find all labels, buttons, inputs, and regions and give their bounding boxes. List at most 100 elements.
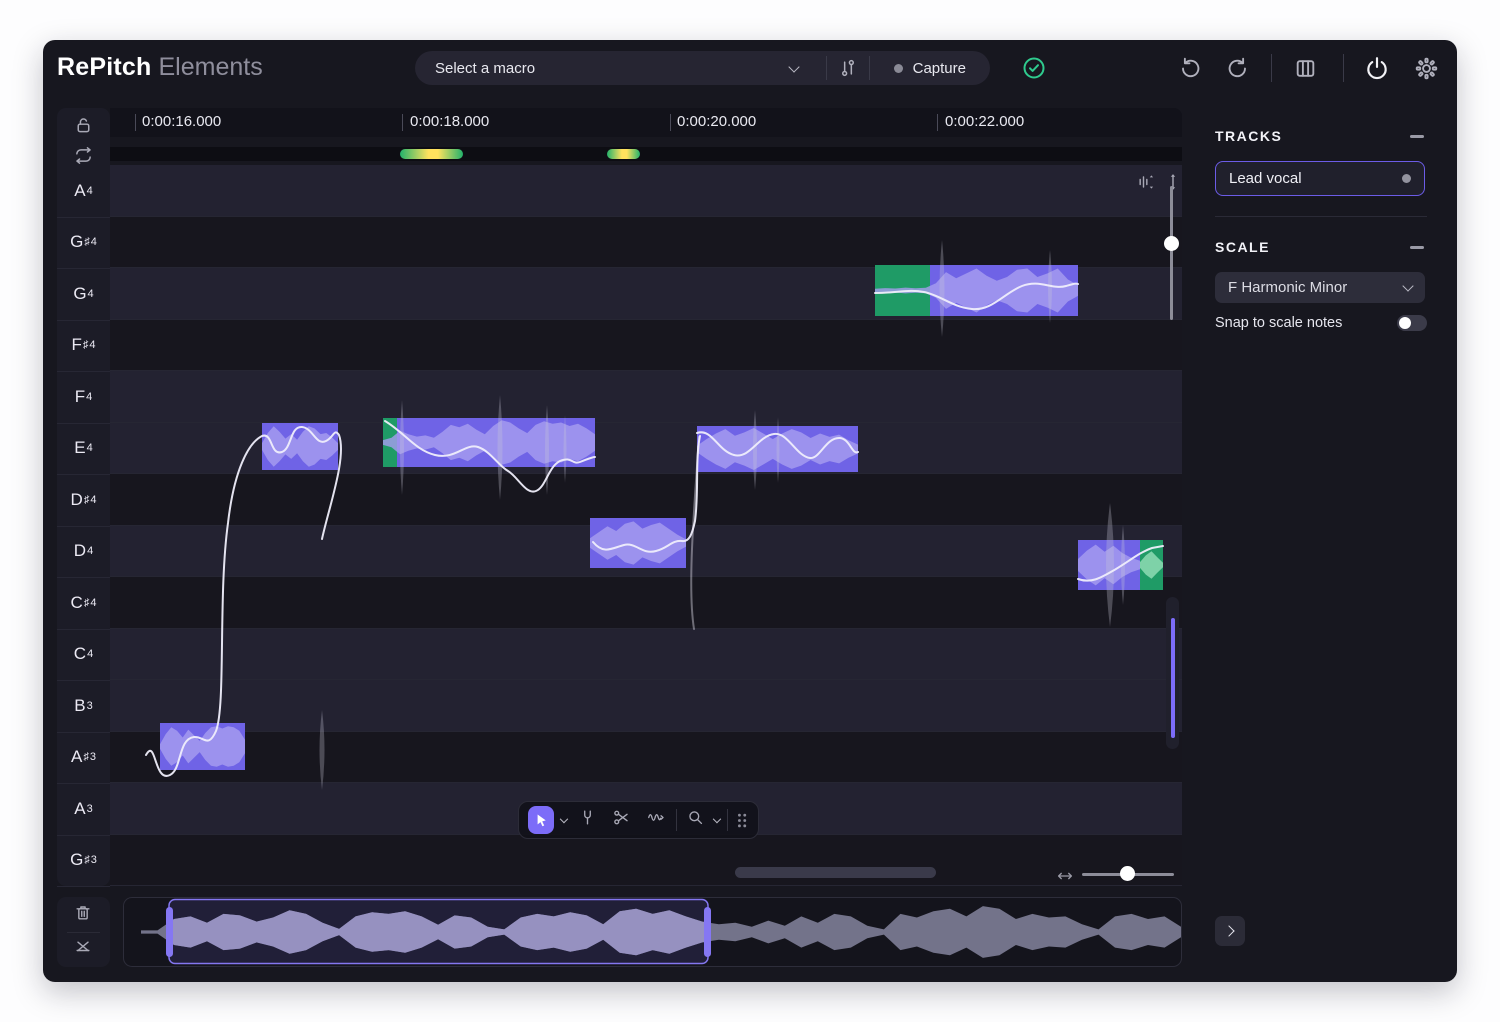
macro-select[interactable]: Select a macro xyxy=(415,51,826,85)
cursor-icon xyxy=(533,812,550,829)
chevron-down-icon xyxy=(1402,280,1413,291)
tool-palette xyxy=(518,801,759,839)
zoom-tool-button[interactable] xyxy=(684,806,707,834)
divider xyxy=(1215,216,1427,217)
piano-key-label[interactable]: G4 xyxy=(57,268,110,321)
piano-key-label[interactable]: G♯4 xyxy=(57,217,110,270)
select-tool-button[interactable] xyxy=(528,806,554,834)
notes-layer[interactable] xyxy=(110,165,1182,886)
app-logo: RePitch Elements xyxy=(57,53,263,82)
vertical-zoom-slider[interactable] xyxy=(1170,186,1173,320)
screen: RePitch Elements Select a macro Capture xyxy=(0,0,1500,1022)
chevron-right-icon xyxy=(1223,925,1234,936)
ruler-tick xyxy=(937,114,938,131)
lock-button[interactable] xyxy=(73,115,94,141)
waveform-overshoot xyxy=(753,410,757,490)
trash-icon xyxy=(73,903,93,923)
undo-icon xyxy=(1178,56,1203,81)
lock-open-icon xyxy=(73,115,94,136)
piano-key-label[interactable]: C4 xyxy=(57,629,110,682)
overview-strip[interactable] xyxy=(123,897,1182,967)
capture-label: Capture xyxy=(913,60,966,77)
macro-bar: Select a macro Capture xyxy=(415,51,990,85)
chevron-down-icon xyxy=(788,61,799,72)
snap-to-scale-label: Snap to scale notes xyxy=(1215,315,1342,331)
sidebar-expand-button[interactable] xyxy=(1215,916,1245,946)
activity-segment xyxy=(400,149,463,159)
vertical-scroll-zoom-button[interactable] xyxy=(1163,172,1183,197)
snap-to-scale-toggle[interactable] xyxy=(1397,315,1427,331)
divider xyxy=(67,932,100,933)
piano-key-label[interactable]: A3 xyxy=(57,783,110,836)
track-name: Lead vocal xyxy=(1216,170,1302,187)
hzoom-arrows-icon xyxy=(1056,868,1074,884)
ruler-tick xyxy=(402,114,403,131)
track-item-lead-vocal[interactable]: Lead vocal xyxy=(1215,161,1425,196)
settings-button[interactable] xyxy=(1414,56,1439,81)
tuning-fork-icon xyxy=(578,808,597,827)
drag-handle-icon[interactable] xyxy=(735,811,749,830)
pitch-tool-button[interactable] xyxy=(574,806,601,834)
piano-key-label[interactable]: C♯4 xyxy=(57,577,110,630)
time-ruler[interactable]: 0:00:16.0000:00:18.0000:00:20.0000:00:22… xyxy=(110,108,1182,137)
piano-key-label[interactable]: D♯4 xyxy=(57,474,110,527)
scissors-icon xyxy=(612,808,631,827)
ruler-time-label: 0:00:22.000 xyxy=(945,113,1024,130)
redo-button[interactable] xyxy=(1225,56,1250,81)
piano-key-label[interactable]: F♯4 xyxy=(57,320,110,373)
waveform-overshoot xyxy=(320,710,325,790)
activity-segment xyxy=(607,149,640,159)
vertical-zoom-knob[interactable] xyxy=(1164,236,1179,251)
pitch-curve xyxy=(691,437,699,629)
selection-handle-left[interactable] xyxy=(166,907,173,957)
redo-icon xyxy=(1225,56,1250,81)
horizontal-zoom-knob[interactable] xyxy=(1120,866,1135,881)
scale-collapse-button[interactable] xyxy=(1410,246,1424,249)
divider xyxy=(676,809,677,831)
piano-key-label[interactable]: B3 xyxy=(57,680,110,733)
waveform-vzoom-button[interactable] xyxy=(1136,172,1156,197)
panels-button[interactable] xyxy=(1293,56,1318,81)
scale-select[interactable]: F Harmonic Minor xyxy=(1215,272,1425,303)
ruler-tick xyxy=(135,114,136,131)
ruler-time-label: 0:00:20.000 xyxy=(677,113,756,130)
cut-tool-button[interactable] xyxy=(608,806,635,834)
power-button[interactable] xyxy=(1364,55,1390,81)
tracks-section-title: TRACKS xyxy=(1215,128,1282,144)
piano-key-label[interactable]: D4 xyxy=(57,526,110,579)
piano-key-column: A4G♯4G4F♯4F4E4D♯4D4C♯4C4B3A♯3A3G♯3 xyxy=(57,108,110,886)
overview-waveform[interactable] xyxy=(124,898,1181,966)
vibrato-tool-button[interactable] xyxy=(642,806,669,834)
magnifier-icon xyxy=(686,808,705,827)
snap-to-scale-row: Snap to scale notes xyxy=(1215,315,1427,331)
loop-icon xyxy=(73,145,94,166)
piano-key-label[interactable]: F4 xyxy=(57,371,110,424)
piano-key-label[interactable]: A♯3 xyxy=(57,732,110,785)
piano-key-label[interactable]: E4 xyxy=(57,423,110,476)
selection-handle-right[interactable] xyxy=(704,907,711,957)
vertical-scrollbar-thumb[interactable] xyxy=(1171,618,1175,738)
delete-button[interactable] xyxy=(73,903,93,928)
activity-strip xyxy=(110,147,1182,161)
waveform-vzoom-icon xyxy=(1136,172,1156,192)
pitch-grid[interactable] xyxy=(110,165,1182,886)
macro-select-label: Select a macro xyxy=(435,60,535,77)
overview-selection[interactable] xyxy=(169,900,708,964)
capture-button[interactable]: Capture xyxy=(870,51,990,85)
trim-selection-button[interactable] xyxy=(73,938,93,963)
piano-key-label[interactable]: G♯3 xyxy=(57,835,110,888)
horizontal-scrollbar[interactable] xyxy=(735,867,936,878)
waveform-overshoot xyxy=(498,395,503,500)
waveform-overshoot xyxy=(1106,503,1114,627)
overview-rail xyxy=(57,897,110,967)
tracks-collapse-button[interactable] xyxy=(1410,135,1424,138)
vertical-arrows-icon xyxy=(1163,172,1183,192)
undo-button[interactable] xyxy=(1178,56,1203,81)
macro-mapping-button[interactable] xyxy=(827,58,869,78)
ruler-tick xyxy=(670,114,671,131)
waveform-overshoot xyxy=(940,240,945,337)
piano-key-label[interactable]: A4 xyxy=(57,165,110,218)
scale-select-value: F Harmonic Minor xyxy=(1215,279,1347,296)
select-options-chevron-icon[interactable] xyxy=(560,815,568,823)
zoom-options-chevron-icon[interactable] xyxy=(713,815,721,823)
